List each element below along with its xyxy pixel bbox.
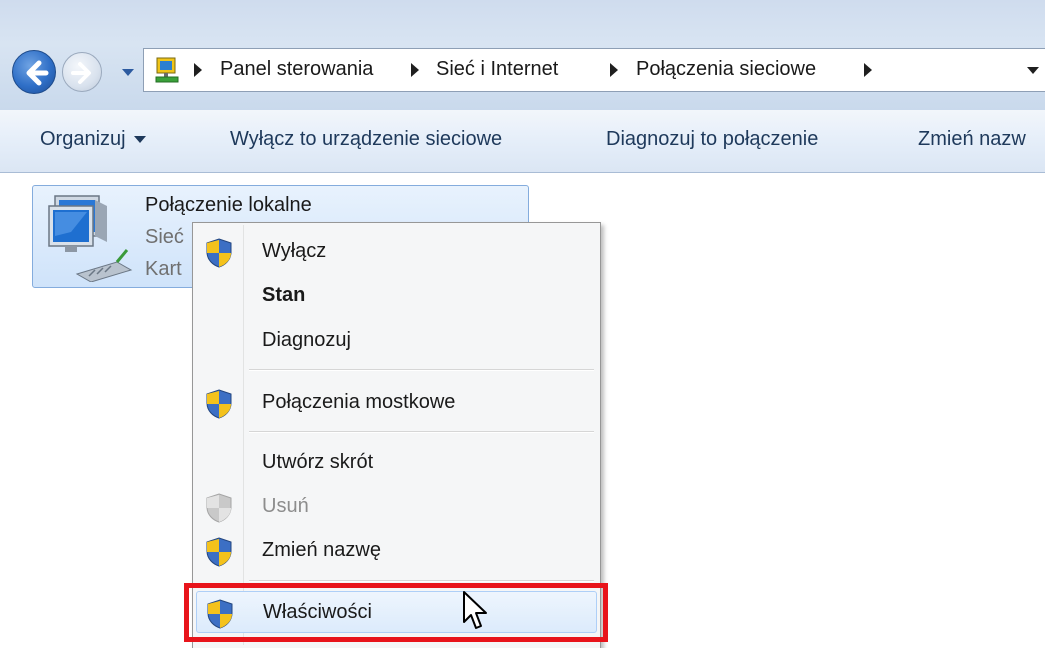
command-toolbar: Organizuj Wyłącz to urządzenie sieciowe … <box>0 110 1045 173</box>
uac-shield-icon <box>206 238 232 268</box>
arrow-left-icon <box>26 60 49 86</box>
menu-item-label: Diagnozuj <box>262 329 351 351</box>
menu-item-label: Stan <box>262 284 306 306</box>
diagnose-connection-button[interactable]: Diagnozuj to połączenie <box>606 128 818 151</box>
breadcrumb-network-internet[interactable]: Sieć i Internet <box>436 58 558 81</box>
highlight-annotation-box <box>184 583 608 642</box>
network-connections-icon <box>155 57 179 83</box>
address-bar[interactable]: Panel sterowania Sieć i Internet Połącze… <box>143 48 1045 92</box>
connection-adapter-text: Kart <box>145 258 182 280</box>
disable-device-button[interactable]: Wyłącz to urządzenie sieciowe <box>230 128 502 151</box>
menu-separator <box>249 369 594 371</box>
network-adapter-icon <box>48 195 133 282</box>
uac-shield-icon <box>206 537 232 567</box>
mouse-pointer-icon <box>463 591 487 629</box>
menu-item-label: Połączenia mostkowe <box>262 391 456 413</box>
menu-item-label: Utwórz skrót <box>262 451 374 473</box>
menu-separator <box>249 580 594 582</box>
menu-item-label: Zmień nazwę <box>262 539 381 561</box>
breadcrumb-separator-icon[interactable] <box>194 63 202 77</box>
organize-button[interactable]: Organizuj <box>40 128 146 151</box>
uac-shield-icon <box>206 389 232 419</box>
menu-item-disable[interactable]: Wyłącz <box>196 231 597 273</box>
uac-shield-disabled-icon <box>206 493 232 523</box>
menu-item-bridge-connections[interactable]: Połączenia mostkowe <box>196 382 597 424</box>
forward-button[interactable] <box>62 52 102 92</box>
rename-connection-button[interactable]: Zmień nazw <box>918 128 1026 151</box>
breadcrumb-separator-icon[interactable] <box>411 63 419 77</box>
menu-item-create-shortcut[interactable]: Utwórz skrót <box>196 442 597 484</box>
menu-item-label: Usuń <box>262 495 309 517</box>
menu-item-status[interactable]: Stan <box>196 275 597 317</box>
menu-item-delete: Usuń <box>196 486 597 528</box>
organize-label: Organizuj <box>40 128 126 150</box>
breadcrumb-network-connections[interactable]: Połączenia sieciowe <box>636 58 816 81</box>
breadcrumb-separator-icon[interactable] <box>864 63 872 77</box>
breadcrumb-separator-icon[interactable] <box>610 63 618 77</box>
menu-item-label: Wyłącz <box>262 240 327 262</box>
connection-name: Połączenie lokalne <box>145 194 312 216</box>
menu-separator <box>249 431 594 433</box>
address-history-dropdown-icon[interactable] <box>1027 67 1039 74</box>
address-bar-area: Panel sterowania Sieć i Internet Połącze… <box>0 0 1045 110</box>
arrow-right-icon <box>71 62 91 84</box>
recent-pages-chevron-icon[interactable] <box>121 66 135 80</box>
menu-item-rename[interactable]: Zmień nazwę <box>196 530 597 572</box>
chevron-down-icon <box>133 136 146 144</box>
breadcrumb-control-panel[interactable]: Panel sterowania <box>220 58 373 81</box>
back-button[interactable] <box>12 50 56 94</box>
connection-network-text: Sieć <box>145 226 184 248</box>
menu-item-diagnose[interactable]: Diagnozuj <box>196 320 597 362</box>
